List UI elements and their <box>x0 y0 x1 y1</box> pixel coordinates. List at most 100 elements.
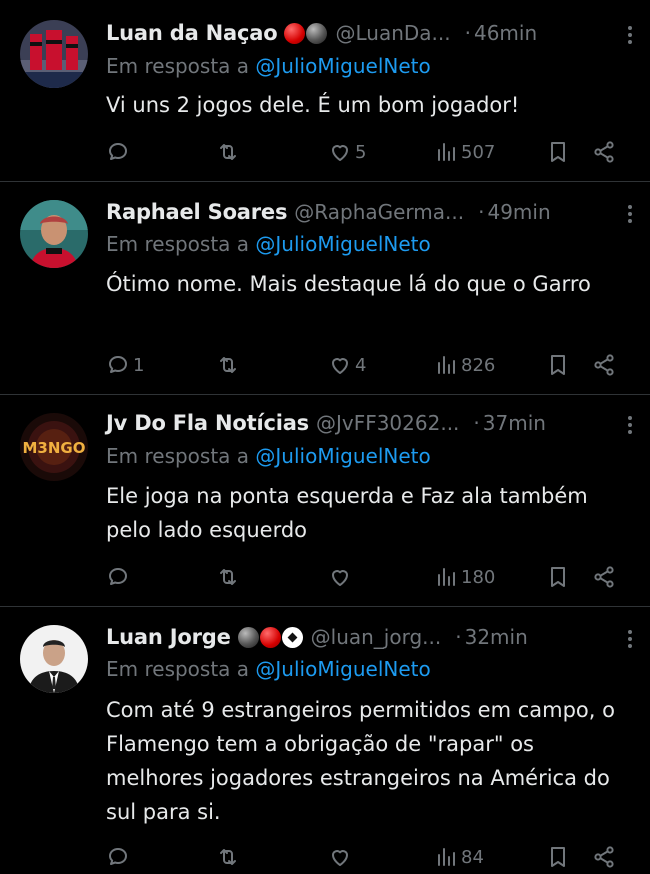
tweet-text: Ótimo nome. Mais destaque lá do que o Ga… <box>106 272 591 296</box>
avatar[interactable] <box>20 200 88 268</box>
views-icon <box>438 848 455 866</box>
bookmark-icon <box>551 847 565 867</box>
reply-mention-link[interactable]: @JulioMiguelNeto <box>255 657 430 681</box>
reply-context: Em resposta a @JulioMiguelNeto <box>106 54 431 78</box>
timestamp[interactable]: 32min <box>465 625 528 649</box>
repost-icon <box>220 357 236 373</box>
views-button[interactable]: 507 <box>434 137 495 167</box>
reply-mention-link[interactable]: @JulioMiguelNeto <box>255 232 430 256</box>
avatar-image <box>20 20 88 88</box>
reply-mention-link[interactable]: @JulioMiguelNeto <box>255 54 430 78</box>
reply-icon <box>109 848 127 865</box>
reply-tweet[interactable]: Luan Jorge @luan_jorg... · 32min Em resp… <box>0 607 650 874</box>
more-icon[interactable] <box>628 26 634 47</box>
bookmark-button[interactable] <box>546 842 570 872</box>
more-icon[interactable] <box>628 416 634 437</box>
separator-dot: · <box>478 200 485 224</box>
separator-dot: · <box>464 21 471 45</box>
reply-tweet[interactable]: Luan da Naçao @LuanDa... · 46min Em resp… <box>0 0 650 182</box>
views-button[interactable]: 826 <box>434 350 495 380</box>
reply-button[interactable] <box>106 137 133 167</box>
reply-context: Em resposta a @JulioMiguelNeto <box>106 657 431 681</box>
author-handle[interactable]: @RaphaGerma... <box>294 200 464 224</box>
more-icon[interactable] <box>628 630 634 651</box>
author-name[interactable]: Luan Jorge <box>106 625 231 649</box>
reply-tweet[interactable]: M3NGO Jv Do Fla Notícias @JvFF30262... ·… <box>0 395 650 607</box>
reply-icon <box>109 143 127 160</box>
repost-button[interactable] <box>216 842 243 872</box>
tweet-header: Jv Do Fla Notícias @JvFF30262... · 37min <box>106 407 634 439</box>
reply-prefix: Em resposta a <box>106 657 256 681</box>
bookmark-button[interactable] <box>546 562 570 592</box>
author-name[interactable]: Raphael Soares <box>106 200 287 224</box>
repost-button[interactable] <box>216 350 243 380</box>
share-icon <box>594 141 614 163</box>
reply-mention-link[interactable]: @JulioMiguelNeto <box>255 444 430 468</box>
view-count: 507 <box>461 141 496 163</box>
share-button[interactable] <box>592 137 616 167</box>
action-bar: 84 <box>106 842 634 872</box>
views-icon <box>438 568 455 586</box>
soccer-ball-icon <box>281 626 303 648</box>
avatar-image <box>20 625 88 693</box>
separator-dot: · <box>473 411 480 435</box>
reply-icon <box>109 356 127 373</box>
reply-context: Em resposta a @JulioMiguelNeto <box>106 444 431 468</box>
author-name[interactable]: Jv Do Fla Notícias <box>106 411 309 435</box>
bookmark-icon <box>551 567 565 587</box>
reply-icon <box>109 568 127 585</box>
like-button[interactable] <box>328 842 355 872</box>
action-bar: 5 507 <box>106 137 634 167</box>
author-handle[interactable]: @JvFF30262... <box>316 411 459 435</box>
action-bar: 1 4 826 <box>106 350 634 380</box>
reply-button[interactable] <box>106 562 133 592</box>
share-button[interactable] <box>592 350 616 380</box>
view-count: 826 <box>461 354 496 376</box>
tweet-header: Luan Jorge @luan_jorg... · 32min <box>106 621 634 653</box>
like-icon <box>332 850 348 866</box>
views-button[interactable]: 180 <box>434 562 495 592</box>
reply-tweet[interactable]: Raphael Soares @RaphaGerma... · 49min Em… <box>0 182 650 395</box>
tweet-text: Ele joga na ponta esquerda e Faz ala tam… <box>106 484 588 542</box>
reply-prefix: Em resposta a <box>106 444 256 468</box>
emoji-badges <box>284 22 328 44</box>
avatar-image: M3NGO <box>20 413 88 481</box>
author-handle[interactable]: @luan_jorg... <box>311 625 442 649</box>
black-circle-icon <box>306 22 328 44</box>
emoji-badges <box>237 626 304 648</box>
like-count: 5 <box>355 141 367 163</box>
like-button[interactable]: 4 <box>328 350 366 380</box>
avatar-logo-text: M3NGO <box>23 439 86 457</box>
share-button[interactable] <box>592 842 616 872</box>
like-button[interactable]: 5 <box>328 137 366 167</box>
reply-count: 1 <box>133 354 145 376</box>
tweet-header: Raphael Soares @RaphaGerma... · 49min <box>106 196 634 228</box>
reply-button[interactable]: 1 <box>106 350 144 380</box>
bookmark-button[interactable] <box>546 137 570 167</box>
like-icon <box>332 358 348 374</box>
bookmark-button[interactable] <box>546 350 570 380</box>
author-name[interactable]: Luan da Naçao <box>106 21 278 45</box>
like-button[interactable] <box>328 562 355 592</box>
timestamp[interactable]: 37min <box>483 411 546 435</box>
tweet-header: Luan da Naçao @LuanDa... · 46min <box>106 17 634 49</box>
repost-icon <box>220 849 236 865</box>
more-icon[interactable] <box>628 205 634 226</box>
author-handle[interactable]: @LuanDa... <box>335 21 450 45</box>
repost-button[interactable] <box>216 137 243 167</box>
avatar[interactable] <box>20 20 88 88</box>
share-button[interactable] <box>592 562 616 592</box>
share-icon <box>594 566 614 588</box>
bookmark-icon <box>551 142 565 162</box>
like-count: 4 <box>355 354 367 376</box>
views-button[interactable]: 84 <box>434 842 484 872</box>
avatar-image <box>20 200 88 268</box>
reply-button[interactable] <box>106 842 133 872</box>
tweet-text: Vi uns 2 jogos dele. É um bom jogador! <box>106 93 520 117</box>
timestamp[interactable]: 46min <box>474 21 537 45</box>
like-icon <box>332 145 348 161</box>
avatar[interactable]: M3NGO <box>20 413 88 481</box>
avatar[interactable] <box>20 625 88 693</box>
repost-button[interactable] <box>216 562 243 592</box>
timestamp[interactable]: 49min <box>487 200 550 224</box>
